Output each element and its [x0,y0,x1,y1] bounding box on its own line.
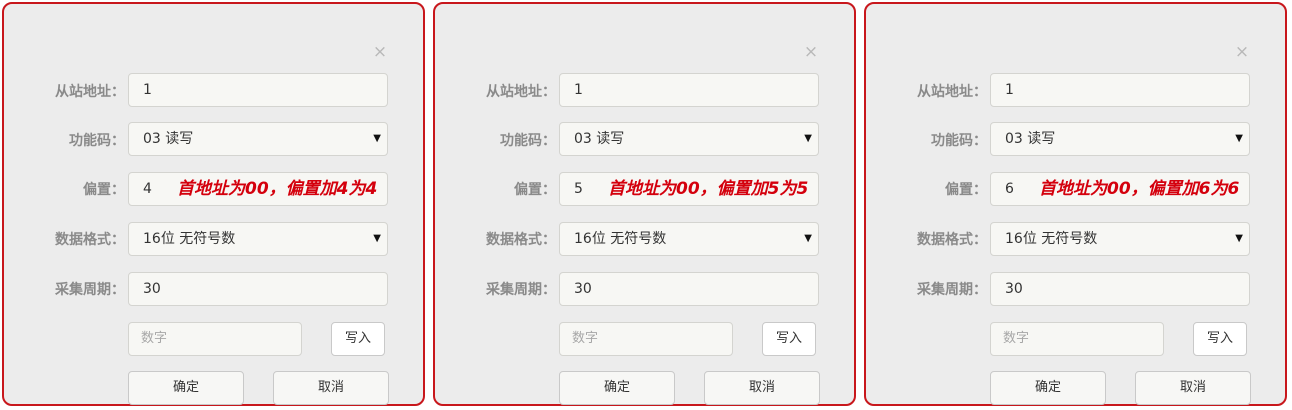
slave-address-input[interactable]: 1 [990,73,1250,107]
cancel-button[interactable]: 取消 [273,371,389,405]
modbus-dialog-3: × 从站地址： 1 功能码： 03 读写 ▼ 偏置： 6 首地址为00，偏置加6… [864,2,1287,406]
write-button[interactable]: 写入 [331,322,385,356]
data-format-value: 16位 无符号数 [574,231,667,247]
function-code-select[interactable]: 03 读写 ▼ [128,122,388,156]
modbus-dialog-2: × 从站地址： 1 功能码： 03 读写 ▼ 偏置： 5 首地址为00，偏置加5… [433,2,856,406]
write-button[interactable]: 写入 [762,322,816,356]
data-format-select[interactable]: 16位 无符号数 ▼ [559,222,819,256]
period-input[interactable]: 30 [990,272,1250,306]
slave-address-label: 从站地址： [486,84,556,100]
offset-value: 5 [574,181,583,197]
cancel-button[interactable]: 取消 [704,371,820,405]
close-icon[interactable]: × [372,44,388,61]
offset-value: 4 [143,181,152,197]
function-code-value: 03 读写 [574,131,625,147]
data-format-label: 数据格式： [486,232,556,248]
function-code-label: 功能码： [69,133,125,149]
data-format-select[interactable]: 16位 无符号数 ▼ [128,222,388,256]
slave-address-input[interactable]: 1 [559,73,819,107]
period-label: 采集周期： [917,282,987,298]
confirm-button[interactable]: 确定 [559,371,675,405]
write-button[interactable]: 写入 [1193,322,1247,356]
close-icon[interactable]: × [803,44,819,61]
number-input[interactable]: 数字 [990,322,1164,356]
caret-down-icon: ▼ [1235,133,1243,144]
period-input[interactable]: 30 [128,272,388,306]
offset-annotation: 首地址为00，偏置加4为4 [177,179,378,199]
caret-down-icon: ▼ [373,233,381,244]
data-format-value: 16位 无符号数 [143,231,236,247]
offset-label: 偏置： [83,182,125,198]
data-format-label: 数据格式： [55,232,125,248]
caret-down-icon: ▼ [373,133,381,144]
function-code-value: 03 读写 [1005,131,1056,147]
period-label: 采集周期： [486,282,556,298]
number-input[interactable]: 数字 [559,322,733,356]
function-code-select[interactable]: 03 读写 ▼ [559,122,819,156]
function-code-select[interactable]: 03 读写 ▼ [990,122,1250,156]
modbus-dialog-1: × 从站地址： 1 功能码： 03 读写 ▼ 偏置： 4 首地址为00，偏置加4… [2,2,425,406]
offset-input[interactable]: 4 首地址为00，偏置加4为4 [128,172,388,206]
confirm-button[interactable]: 确定 [128,371,244,405]
number-input[interactable]: 数字 [128,322,302,356]
offset-input[interactable]: 6 首地址为00，偏置加6为6 [990,172,1250,206]
caret-down-icon: ▼ [804,133,812,144]
function-code-label: 功能码： [931,133,987,149]
caret-down-icon: ▼ [1235,233,1243,244]
function-code-label: 功能码： [500,133,556,149]
period-input[interactable]: 30 [559,272,819,306]
close-icon[interactable]: × [1234,44,1250,61]
slave-address-label: 从站地址： [917,84,987,100]
period-label: 采集周期： [55,282,125,298]
offset-label: 偏置： [514,182,556,198]
data-format-select[interactable]: 16位 无符号数 ▼ [990,222,1250,256]
offset-annotation: 首地址为00，偏置加5为5 [608,179,809,199]
cancel-button[interactable]: 取消 [1135,371,1251,405]
slave-address-input[interactable]: 1 [128,73,388,107]
caret-down-icon: ▼ [804,233,812,244]
data-format-value: 16位 无符号数 [1005,231,1098,247]
data-format-label: 数据格式： [917,232,987,248]
confirm-button[interactable]: 确定 [990,371,1106,405]
slave-address-label: 从站地址： [55,84,125,100]
offset-input[interactable]: 5 首地址为00，偏置加5为5 [559,172,819,206]
offset-value: 6 [1005,181,1014,197]
offset-annotation: 首地址为00，偏置加6为6 [1039,179,1240,199]
function-code-value: 03 读写 [143,131,194,147]
offset-label: 偏置： [945,182,987,198]
